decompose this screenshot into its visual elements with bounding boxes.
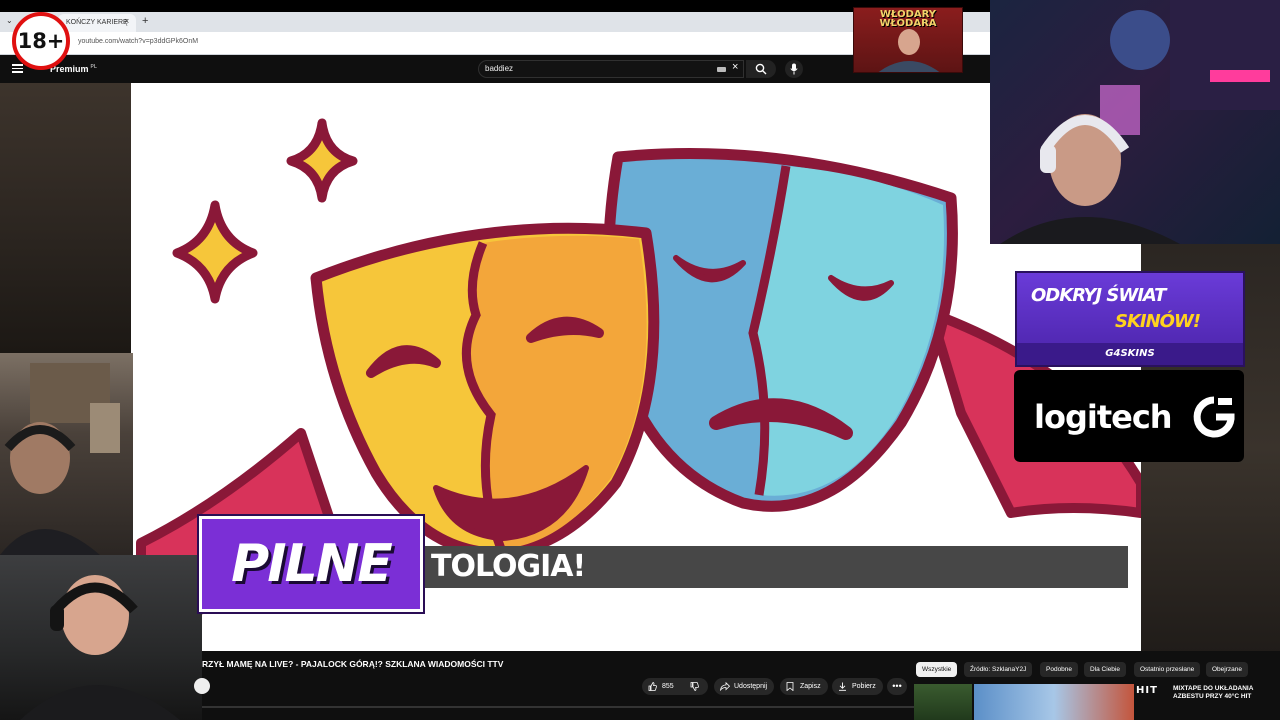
download-label: Pobierz — [852, 683, 876, 690]
breaking-news-badge: PILNE — [199, 516, 423, 612]
streamer-webcam-main — [990, 0, 1280, 244]
browser-tab-label: KOŃCZY KARIERĘ — [66, 19, 128, 26]
star-left — [172, 200, 258, 304]
chip-similar[interactable]: Podobne — [1040, 662, 1079, 677]
streamer-silhouette — [1000, 0, 1280, 244]
news-ticker: TOLOGIA! — [423, 546, 1128, 588]
breaking-news-label: PILNE — [231, 534, 393, 594]
more-actions-button[interactable]: ••• — [887, 678, 907, 695]
g4skins-logo: G4SKINS — [1017, 343, 1243, 365]
left-backdrop — [0, 83, 131, 353]
menu-icon[interactable] — [12, 64, 23, 73]
chip-recently-uploaded[interactable]: Ostatnio przesłane — [1134, 662, 1201, 677]
browser-tab-bar: ⌄ KOŃCZY KARIERĘ × + — [0, 12, 990, 32]
thumbs-down-icon — [690, 682, 699, 691]
like-button[interactable]: 855 — [642, 678, 684, 695]
recommendations-panel: Wszystkie Źródło: SzklanaY2J Podobne Dla… — [914, 651, 1280, 720]
youtube-header: Premium PL baddiez × — [0, 55, 990, 83]
dislike-button[interactable] — [682, 678, 708, 695]
search-icon — [755, 63, 767, 75]
save-button[interactable]: Zapisz — [780, 678, 828, 695]
bookmark-icon — [786, 682, 794, 691]
chip-source[interactable]: Źródło: SzklanaY2J — [964, 662, 1033, 677]
age-rating-badge: 18+ — [12, 12, 70, 70]
chip-for-you[interactable]: Dla Ciebie — [1084, 662, 1126, 677]
share-button[interactable]: Udostępnij — [714, 678, 775, 695]
recommendation-thumbnail[interactable] — [974, 684, 1134, 720]
chip-all[interactable]: Wszystkie — [916, 662, 958, 677]
news-ticker-text: TOLOGIA! — [431, 549, 586, 584]
chip-watched[interactable]: Obejrzane — [1206, 662, 1248, 677]
guest-webcam-2 — [0, 555, 202, 720]
guest-silhouette-2 — [20, 575, 180, 720]
share-icon — [720, 682, 730, 691]
logitech-g-icon — [1193, 396, 1235, 438]
address-url[interactable]: youtube.com/watch?v=p3ddGPk6OnM — [78, 38, 198, 45]
channel-avatar[interactable] — [194, 678, 210, 694]
like-count: 855 — [662, 683, 674, 690]
address-bar[interactable]: youtube.com/watch?v=p3ddGPk6OnM — [0, 32, 990, 55]
youtube-premium-logo[interactable]: Premium PL — [50, 64, 97, 74]
search-input-value: baddiez — [485, 64, 514, 73]
tab-close-icon[interactable]: × — [124, 16, 129, 26]
video-title: RZYŁ MAMĘ NA LIVE? - PAJALOCK GÓRĄ!? SZK… — [202, 659, 504, 669]
recommendation-thumbnail-small[interactable] — [914, 684, 972, 720]
logitech-ad: logitech — [1014, 370, 1244, 462]
g4skins-subline: SKINÓW! — [1115, 311, 1201, 332]
video-info-bar: RZYŁ MAMĘ NA LIVE? - PAJALOCK GÓRĄ!? SZK… — [194, 651, 914, 720]
keyboard-icon[interactable] — [717, 67, 726, 72]
microphone-icon — [790, 63, 798, 75]
star-top — [286, 118, 358, 203]
search-button[interactable] — [746, 60, 776, 78]
voice-search-button[interactable] — [785, 60, 803, 78]
download-icon — [839, 682, 846, 691]
g4skins-ad: ODKRYJ ŚWIAT SKINÓW! G4SKINS — [1015, 271, 1245, 367]
tab-list-chevron-icon[interactable]: ⌄ — [6, 16, 13, 25]
download-button[interactable]: Pobierz — [832, 678, 883, 695]
g4skins-headline: ODKRYJ ŚWIAT — [1031, 285, 1166, 306]
new-tab-icon[interactable]: + — [142, 15, 148, 27]
recommendation-title[interactable]: MIXTAPE DO UKŁADANIA AZBESTU PRZY 40°C H… — [1173, 685, 1279, 701]
search-input[interactable]: baddiez × — [478, 60, 744, 78]
guest-silhouette-1 — [0, 363, 120, 555]
screen-top-edge — [0, 0, 990, 12]
poster-figure — [878, 29, 940, 72]
thumbs-up-icon — [648, 682, 657, 691]
hit-logo: HIT — [1136, 685, 1158, 696]
share-label: Udostępnij — [734, 683, 768, 690]
guest-webcam-1 — [0, 353, 133, 555]
logitech-logo: logitech — [1034, 398, 1173, 436]
video-progress-bar[interactable] — [202, 706, 914, 708]
stream-screen: ⌄ KOŃCZY KARIERĘ × + youtube.com/watch?v… — [0, 0, 1280, 720]
clear-search-icon[interactable]: × — [732, 61, 738, 73]
wlodary-poster: WŁODARY WŁODARA — [853, 7, 963, 73]
save-label: Zapisz — [800, 683, 821, 690]
